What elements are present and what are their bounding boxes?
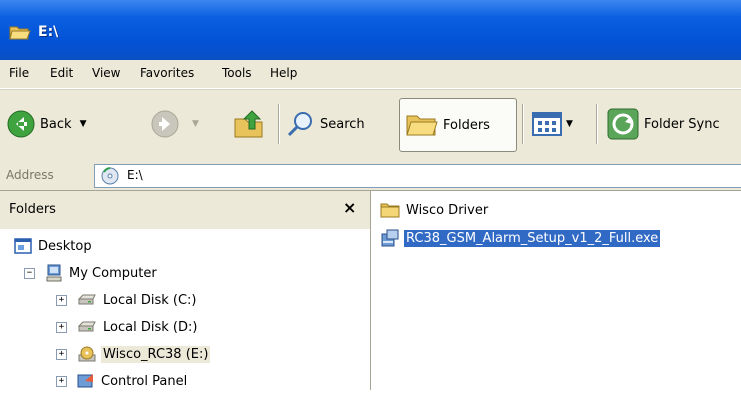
address-label: Address — [6, 168, 54, 182]
menu-help[interactable]: Help — [270, 66, 297, 80]
tree-item-control-panel[interactable]: + Control Panel — [56, 369, 189, 393]
views-icon — [532, 112, 562, 136]
menu-bar: File Edit View Favorites Tools Help — [0, 60, 741, 89]
selected-file-label: RC38_GSM_Alarm_Setup_v1_2_Full.exe — [404, 229, 661, 247]
folder-sync-button[interactable]: Folder Sync — [606, 102, 720, 146]
file-item-setup-exe[interactable]: RC38_GSM_Alarm_Setup_v1_2_Full.exe — [380, 228, 661, 248]
address-input[interactable]: E:\ — [94, 164, 741, 188]
expand-icon[interactable]: + — [56, 375, 67, 387]
tree-item-local-disk-c[interactable]: + Local Disk (C:) — [56, 288, 198, 312]
search-icon — [287, 112, 312, 137]
search-button[interactable]: Search — [286, 102, 365, 146]
menu-favorites[interactable]: Favorites — [140, 66, 194, 80]
collapse-icon[interactable]: − — [24, 267, 35, 279]
drive-icon — [77, 321, 96, 332]
tree-item-desktop[interactable]: Desktop — [14, 234, 94, 258]
folders-pane: Folders × Desktop − My Computer + Local … — [0, 191, 371, 390]
tree-item-local-disk-d[interactable]: + Local Disk (D:) — [56, 315, 199, 339]
menu-tools[interactable]: Tools — [222, 66, 252, 80]
file-item-wisco-driver[interactable]: Wisco Driver — [380, 200, 490, 220]
menu-edit[interactable]: Edit — [50, 66, 73, 80]
folders-icon — [406, 115, 438, 136]
control-panel-icon — [77, 374, 93, 388]
folder-icon — [380, 203, 400, 218]
tree-item-wisco-rc38[interactable]: + Wisco_RC38 (E:) — [56, 342, 211, 366]
views-button[interactable]: ▼ — [532, 102, 573, 146]
file-list: Wisco Driver RC38_GSM_Alarm_Setup_v1_2_F… — [371, 191, 741, 390]
up-folder-icon — [234, 110, 263, 138]
toolbar-separator — [278, 104, 279, 144]
expand-icon[interactable]: + — [56, 348, 67, 360]
open-folder-icon — [9, 26, 31, 40]
views-dropdown-icon[interactable]: ▼ — [566, 119, 573, 129]
desktop-icon — [14, 238, 32, 254]
menu-view[interactable]: View — [92, 66, 120, 80]
close-icon[interactable]: × — [343, 198, 356, 217]
computer-icon — [46, 264, 62, 282]
toolbar-separator — [522, 104, 523, 144]
setup-exe-icon — [381, 229, 399, 247]
folder-sync-icon — [607, 108, 639, 140]
menu-file[interactable]: File — [9, 66, 29, 80]
back-dropdown-icon[interactable]: ▼ — [80, 119, 87, 129]
expand-icon[interactable]: + — [56, 294, 67, 306]
cd-drive-icon — [101, 167, 119, 185]
window-title: E:\ — [38, 24, 59, 40]
title-bar: E:\ — [0, 0, 741, 60]
address-value: E:\ — [127, 168, 143, 182]
folders-pane-header: Folders × — [0, 191, 370, 229]
up-folder-button[interactable] — [232, 102, 266, 146]
back-arrow-icon — [7, 110, 35, 138]
forward-dropdown-icon[interactable]: ▼ — [192, 119, 199, 129]
tree-item-my-computer[interactable]: − My Computer — [24, 261, 159, 285]
toolbar-separator — [596, 104, 597, 144]
cd-drive-icon — [78, 346, 96, 362]
expand-icon[interactable]: + — [56, 321, 67, 333]
folders-button[interactable]: Folders — [399, 98, 517, 152]
drive-icon — [77, 294, 96, 305]
folders-pane-title: Folders — [9, 202, 56, 217]
back-button[interactable]: Back ▼ — [6, 102, 86, 146]
address-bar: Address E:\ — [0, 162, 741, 191]
toolbar: Back ▼ ▼ Search Folders ▼ Folder Sync — [0, 89, 741, 163]
forward-arrow-icon — [151, 110, 179, 138]
forward-button[interactable]: ▼ — [150, 102, 199, 146]
